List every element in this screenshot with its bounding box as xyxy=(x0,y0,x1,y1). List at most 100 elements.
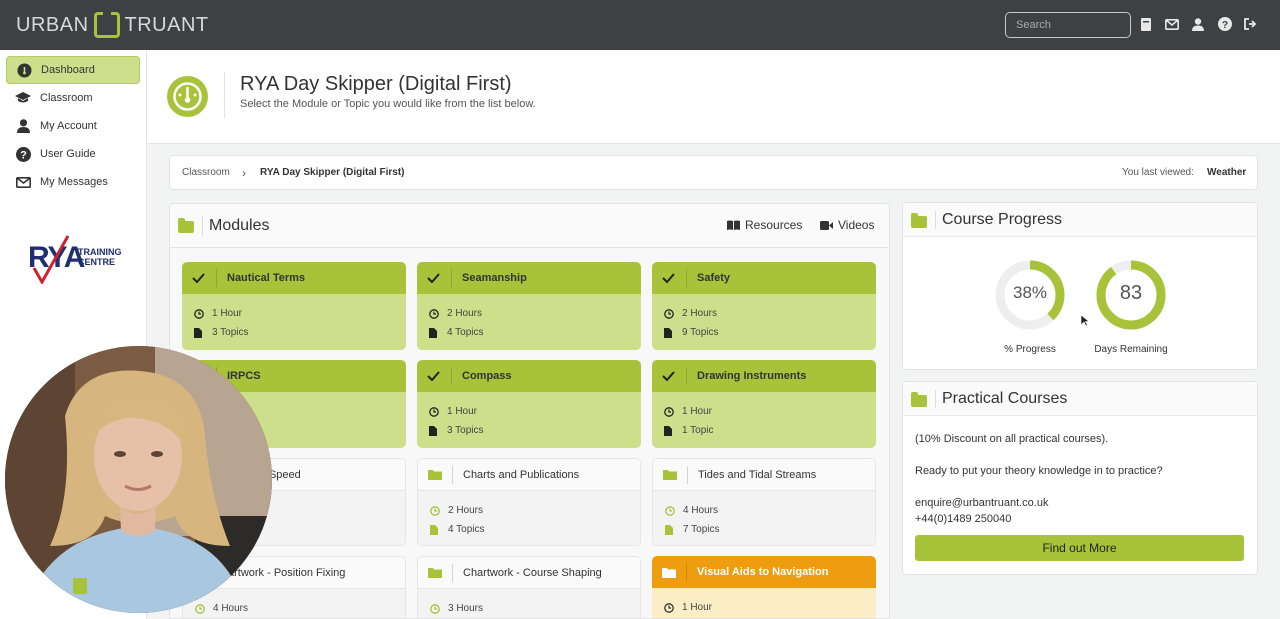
module-topics: 3 Topics xyxy=(212,327,249,338)
file-icon xyxy=(429,425,439,436)
clock-icon xyxy=(430,603,440,614)
svg-text:CENTRE: CENTRE xyxy=(78,257,115,267)
file-icon xyxy=(429,327,439,338)
module-hours: 1 Hour xyxy=(682,406,713,417)
page-header: RYA Day Skipper (Digital First) Select t… xyxy=(147,50,1280,144)
clock-icon xyxy=(194,308,204,319)
sidebar-item-user-guide[interactable]: ? User Guide xyxy=(6,140,140,168)
module-hours: 1 Hour xyxy=(447,406,478,417)
user-icon[interactable] xyxy=(1191,17,1205,31)
practice-prompt: Ready to put your theory knowledge in to… xyxy=(915,465,1163,477)
progress-percent-label: % Progress xyxy=(1004,344,1056,355)
card-divider xyxy=(451,269,452,287)
modules-panel: Modules Resources Videos Nautical Terms 1… xyxy=(169,203,890,619)
module-title: Tides and Tidal Streams xyxy=(698,468,817,481)
module-card[interactable]: Nautical Terms 1 Hour 3 Topics xyxy=(182,262,406,350)
sidebar-item-dashboard[interactable]: Dashboard xyxy=(6,56,140,84)
module-topic-count: 3 Topics xyxy=(429,421,641,440)
folder-icon xyxy=(428,469,442,480)
page-subtitle: Select the Module or Topic you would lik… xyxy=(240,98,536,110)
module-duration: 2 Hours xyxy=(429,304,641,323)
module-duration: 3 Hours xyxy=(430,599,640,618)
practical-courses-title: Practical Courses xyxy=(942,390,1068,407)
urban-truant-logo[interactable]: URBAN TRUANT xyxy=(16,12,209,38)
module-hours: 2 Hours xyxy=(447,308,483,319)
breadcrumb-current: RYA Day Skipper (Digital First) xyxy=(260,167,405,178)
module-card[interactable]: Visual Aids to Navigation 1 Hour xyxy=(652,556,876,618)
videos-label: Videos xyxy=(838,218,875,232)
modules-panel-header: Modules Resources Videos xyxy=(170,204,889,248)
module-title: Visual Aids to Navigation xyxy=(697,566,829,578)
module-card-header: Charts and Publications xyxy=(418,459,640,491)
sidebar-item-classroom[interactable]: Classroom xyxy=(6,84,140,112)
module-card[interactable]: Seamanship 2 Hours 4 Topics xyxy=(417,262,641,350)
module-title: IRPCS xyxy=(227,370,261,382)
module-card-header: Compass xyxy=(417,360,641,392)
file-icon xyxy=(194,327,204,338)
user-icon xyxy=(15,118,31,134)
check-icon xyxy=(427,273,441,283)
card-divider xyxy=(216,269,217,287)
book-icon[interactable] xyxy=(1139,17,1153,31)
module-topics: 9 Topics xyxy=(682,327,719,338)
videos-link[interactable]: Videos xyxy=(820,218,874,232)
module-card-header: Safety xyxy=(652,262,876,294)
module-card-body: 4 Hours xyxy=(183,589,405,618)
help-icon[interactable]: ? xyxy=(1218,17,1232,31)
logout-icon[interactable] xyxy=(1244,17,1258,31)
module-card[interactable]: Compass 1 Hour 3 Topics xyxy=(417,360,641,448)
contact-email[interactable]: enquire@urbantruant.co.uk xyxy=(915,497,1048,509)
header-divider xyxy=(202,216,203,236)
sidebar-item-my-messages[interactable]: My Messages xyxy=(6,168,140,196)
resources-link[interactable]: Resources xyxy=(727,218,802,232)
module-card-body: 3 Hours xyxy=(418,589,640,618)
module-topic-count: 1 Topic xyxy=(664,421,876,440)
discount-text: (10% Discount on all practical courses). xyxy=(915,433,1109,445)
module-topic-count: 4 Topics xyxy=(430,520,640,539)
graduation-cap-icon xyxy=(15,90,31,106)
find-out-more-button[interactable]: Find out More xyxy=(915,535,1244,561)
folder-icon xyxy=(911,213,927,228)
clock-icon xyxy=(664,406,674,417)
dashboard-icon xyxy=(167,76,208,117)
module-card[interactable]: Chartwork - Course Shaping 3 Hours xyxy=(417,556,641,618)
module-card[interactable]: Safety 2 Hours 9 Topics xyxy=(652,262,876,350)
sidebar-item-my-account[interactable]: My Account xyxy=(6,112,140,140)
card-divider xyxy=(686,269,687,287)
breadcrumb-classroom-link[interactable]: Classroom xyxy=(182,167,230,178)
module-topic-count: 4 Topics xyxy=(429,323,641,342)
module-card-body: 1 Hour xyxy=(652,588,876,618)
file-icon xyxy=(664,425,674,436)
sidebar-item-label: User Guide xyxy=(40,148,96,160)
check-icon xyxy=(192,273,206,283)
clock-icon xyxy=(430,505,440,516)
module-card[interactable]: Tides and Tidal Streams 4 Hours 7 Topics xyxy=(652,458,876,546)
clock-icon xyxy=(195,603,205,614)
module-title: Chartwork - Course Shaping xyxy=(463,566,602,579)
module-card-header: Seamanship xyxy=(417,262,641,294)
last-viewed-link[interactable]: Weather xyxy=(1207,167,1246,178)
module-title: Drawing Instruments xyxy=(697,370,807,382)
file-icon xyxy=(665,524,675,535)
folder-icon xyxy=(911,392,927,407)
breadcrumb: Classroom › RYA Day Skipper (Digital Fir… xyxy=(169,155,1258,190)
svg-text:?: ? xyxy=(1222,20,1228,31)
card-divider xyxy=(452,465,453,484)
contact-phone[interactable]: +44(0)1489 250040 xyxy=(915,513,1011,525)
module-card-body: 2 Hours 4 Topics xyxy=(418,491,640,545)
search-input[interactable] xyxy=(1005,12,1131,38)
envelope-icon[interactable] xyxy=(1165,17,1179,31)
svg-text:TRAINING: TRAINING xyxy=(78,247,122,257)
module-hours: 2 Hours xyxy=(448,505,484,516)
check-icon xyxy=(427,371,441,381)
modules-title: Modules xyxy=(209,217,270,234)
module-duration: 4 Hours xyxy=(665,501,875,520)
module-hours: 4 Hours xyxy=(683,505,719,516)
folder-icon xyxy=(663,469,677,480)
module-hours: 2 Hours xyxy=(682,308,718,319)
course-progress-header: Course Progress xyxy=(903,203,1257,237)
clock-icon xyxy=(429,406,439,417)
module-duration: 2 Hours xyxy=(664,304,876,323)
module-card[interactable]: Drawing Instruments 1 Hour 1 Topic xyxy=(652,360,876,448)
module-card[interactable]: Charts and Publications 2 Hours 4 Topics xyxy=(417,458,641,546)
